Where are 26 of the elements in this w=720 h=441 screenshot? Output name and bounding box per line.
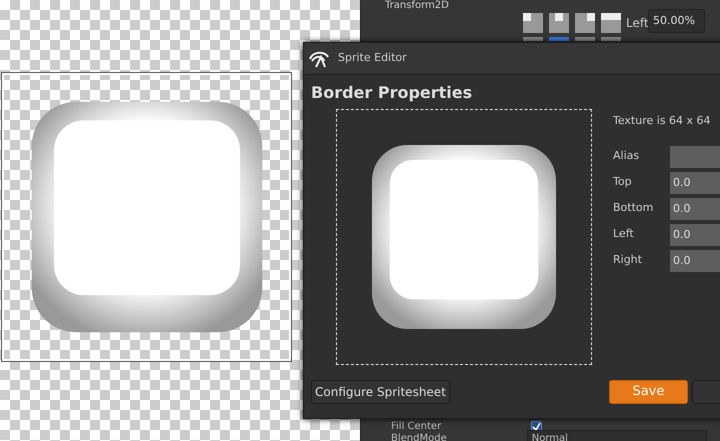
blend-mode-label: BlendMode	[391, 432, 447, 441]
save-button[interactable]: Save	[608, 380, 688, 404]
anchor-icon[interactable]	[549, 13, 569, 33]
input-field[interactable]: 0.0	[670, 250, 720, 272]
anchor-icon[interactable]	[601, 13, 621, 33]
field-label: Top	[613, 174, 633, 190]
input-field[interactable]: 0.0	[670, 198, 720, 220]
blend-mode-dropdown[interactable]: Normal	[526, 430, 707, 441]
field-label: Right	[613, 252, 643, 268]
texture-info: Texture is 64 x 64	[613, 113, 712, 129]
fill-center-label: Fill Center	[391, 420, 442, 433]
anchor-icon[interactable]	[575, 13, 595, 33]
field-label: Left	[613, 226, 635, 242]
input-field[interactable]	[670, 146, 720, 168]
left-label: Left	[626, 15, 649, 32]
field-label: Alias	[613, 148, 640, 164]
section-title: Transform2D	[384, 0, 450, 11]
field-label: Bottom	[613, 200, 654, 216]
logo-icon	[308, 48, 330, 68]
input-field[interactable]: 0.0	[670, 224, 720, 246]
configure-spritesheet-button[interactable]: Configure Spritesheet	[311, 380, 450, 404]
left-input-field[interactable]: 50.00%	[648, 9, 705, 33]
input-field[interactable]: 0.0	[670, 172, 720, 194]
window-title: Sprite Editor	[338, 50, 407, 66]
anchor-icon[interactable]	[523, 13, 543, 33]
dialog-heading: Border Properties	[310, 82, 474, 104]
